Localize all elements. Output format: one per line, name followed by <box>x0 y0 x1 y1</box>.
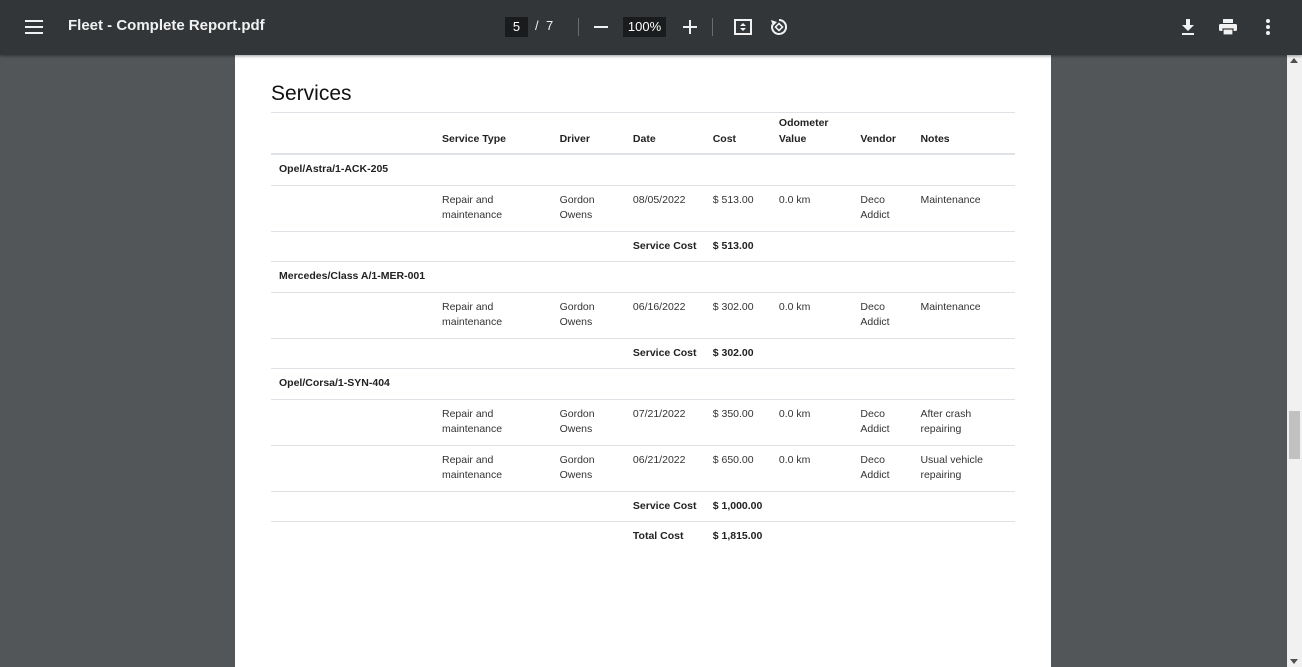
zoom-out-icon[interactable] <box>585 11 617 43</box>
subtotal-amount: $ 513.00 <box>704 230 771 262</box>
scroll-up-arrow-icon[interactable] <box>1290 58 1298 63</box>
service-type-cell: Repair and maintenance <box>433 184 552 231</box>
fit-page-icon[interactable] <box>727 11 759 43</box>
subtotal-amount: $ 1,000.00 <box>704 490 771 522</box>
driver-cell: Gordon Owens <box>551 398 625 445</box>
notes-cell: Maintenance <box>912 291 1015 338</box>
cost-cell: $ 650.00 <box>704 444 771 491</box>
cost-cell: $ 302.00 <box>704 291 771 338</box>
column-header-vendor: Vendor <box>852 115 913 155</box>
vendor-cell: Deco Addict <box>852 398 913 445</box>
vehicle-name: Opel/Corsa/1-SYN-404 <box>271 368 1015 399</box>
vehicle-group-row: Mercedes/Class A/1-MER-001 <box>271 261 1015 292</box>
date-cell: 06/16/2022 <box>624 291 705 338</box>
print-icon[interactable] <box>1212 11 1244 43</box>
service-type-cell: Repair and maintenance <box>433 291 552 338</box>
empty-cell <box>770 337 1015 369</box>
notes-cell: Usual vehicle repairing <box>912 444 1015 491</box>
odometer-cell: 0.0 km <box>770 398 853 445</box>
driver-cell: Gordon Owens <box>551 291 625 338</box>
table-row: Repair and maintenance Gordon Owens 06/1… <box>271 291 1015 338</box>
subtotal-row: Service Cost $ 302.00 <box>271 337 1015 369</box>
date-cell: 08/05/2022 <box>624 184 705 231</box>
more-vert-icon[interactable] <box>1252 11 1284 43</box>
vertical-scrollbar[interactable] <box>1287 55 1302 667</box>
column-header-notes: Notes <box>912 115 1015 155</box>
empty-cell <box>271 184 434 231</box>
empty-cell <box>433 261 1015 292</box>
notes-cell: After crash repairing <box>912 398 1015 445</box>
column-header-cost: Cost <box>704 115 771 155</box>
empty-cell <box>271 230 625 262</box>
empty-cell <box>271 490 625 522</box>
total-amount: $ 1,815.00 <box>704 521 771 552</box>
date-cell: 06/21/2022 <box>624 444 705 491</box>
service-type-cell: Repair and maintenance <box>433 398 552 445</box>
date-cell: 07/21/2022 <box>624 398 705 445</box>
total-pages: 7 <box>546 18 554 33</box>
column-header-odometer: Odometer Value <box>770 115 853 155</box>
vehicle-group-row: Opel/Astra/1-ACK-205 <box>271 153 1015 185</box>
driver-cell: Gordon Owens <box>551 444 625 491</box>
service-type-cell: Repair and maintenance <box>433 444 552 491</box>
vehicle-name: Opel/Astra/1-ACK-205 <box>271 153 1015 185</box>
toolbar-divider <box>712 18 713 36</box>
column-header-vehicle <box>271 115 434 155</box>
document-title: Fleet - Complete Report.pdf <box>68 17 265 34</box>
subtotal-label: Service Cost <box>624 230 705 262</box>
menu-icon[interactable] <box>18 11 50 43</box>
zoom-level-input[interactable]: 100% <box>623 17 666 37</box>
pdf-page: Services Service Type Driver Date Cost O… <box>235 55 1051 667</box>
odometer-cell: 0.0 km <box>770 444 853 491</box>
page-number-input[interactable]: 5 <box>505 17 528 37</box>
total-row: Total Cost $ 1,815.00 <box>271 521 1015 552</box>
services-table: Service Type Driver Date Cost Odometer V… <box>271 115 1015 552</box>
empty-cell <box>271 337 625 369</box>
cost-cell: $ 513.00 <box>704 184 771 231</box>
odometer-cell: 0.0 km <box>770 184 853 231</box>
subtotal-label: Service Cost <box>624 337 705 369</box>
empty-cell <box>770 490 1015 522</box>
empty-cell <box>770 230 1015 262</box>
vendor-cell: Deco Addict <box>852 291 913 338</box>
subtotal-row: Service Cost $ 1,000.00 <box>271 490 1015 522</box>
pdf-toolbar: Fleet - Complete Report.pdf 5 / 7 100% <box>0 0 1302 55</box>
notes-cell: Maintenance <box>912 184 1015 231</box>
empty-cell <box>271 398 434 445</box>
table-row: Repair and maintenance Gordon Owens 07/2… <box>271 398 1015 445</box>
vehicle-group-row: Opel/Corsa/1-SYN-404 <box>271 368 1015 399</box>
heading-rule <box>271 112 1015 113</box>
subtotal-amount: $ 302.00 <box>704 337 771 369</box>
scroll-down-arrow-icon[interactable] <box>1290 659 1298 664</box>
pdf-viewer[interactable]: Services Service Type Driver Date Cost O… <box>0 55 1302 667</box>
empty-cell <box>271 444 434 491</box>
section-heading: Services <box>271 82 352 105</box>
download-icon[interactable] <box>1172 11 1204 43</box>
rotate-icon[interactable] <box>763 11 795 43</box>
table-header-row: Service Type Driver Date Cost Odometer V… <box>271 115 1015 155</box>
column-header-service-type: Service Type <box>433 115 552 155</box>
column-header-driver: Driver <box>551 115 625 155</box>
subtotal-label: Service Cost <box>624 490 705 522</box>
vehicle-name: Mercedes/Class A/1-MER-001 <box>271 261 434 292</box>
vendor-cell: Deco Addict <box>852 184 913 231</box>
scrollbar-thumb[interactable] <box>1289 411 1300 459</box>
driver-cell: Gordon Owens <box>551 184 625 231</box>
vendor-cell: Deco Addict <box>852 444 913 491</box>
zoom-in-icon[interactable] <box>674 11 706 43</box>
empty-cell <box>770 521 1015 552</box>
toolbar-divider <box>578 18 579 36</box>
total-label: Total Cost <box>624 521 705 552</box>
empty-cell <box>271 291 434 338</box>
table-row: Repair and maintenance Gordon Owens 08/0… <box>271 184 1015 231</box>
table-row: Repair and maintenance Gordon Owens 06/2… <box>271 444 1015 491</box>
subtotal-row: Service Cost $ 513.00 <box>271 230 1015 262</box>
odometer-cell: 0.0 km <box>770 291 853 338</box>
empty-cell <box>271 521 625 552</box>
cost-cell: $ 350.00 <box>704 398 771 445</box>
column-header-date: Date <box>624 115 705 155</box>
page-separator: / <box>535 18 539 33</box>
